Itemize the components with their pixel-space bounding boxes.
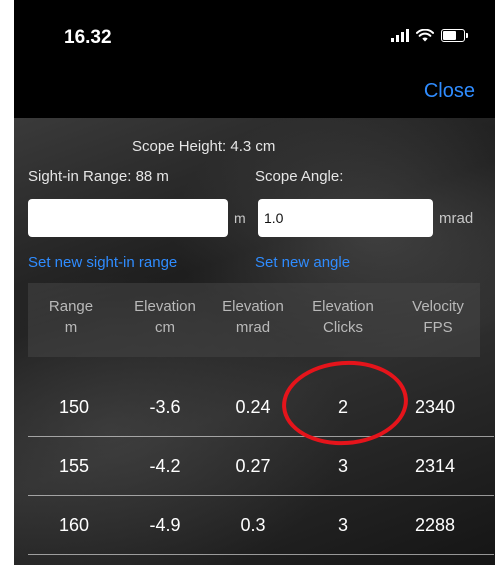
cell-elevation-mrad: 0.27 [235,456,271,476]
cell-elevation-mrad: 0.3 [240,515,266,535]
header-elevation-mrad: Elevation mrad [222,298,284,336]
scope-height-label: Scope Height: 4.3 cm [132,138,276,155]
cell-range: 150 [58,397,90,417]
cell-elevation-clicks: 3 [337,515,348,535]
table-row: 155 -4.2 0.27 3 2314 [28,437,494,496]
status-time: 16.32 [64,27,112,48]
cell-range: 160 [58,515,90,535]
sight-in-range-input[interactable] [28,199,228,237]
app-screen: 16.32 Close Scope Height: 4.3 cm Sight-i… [14,0,495,565]
scope-angle-label: Scope Angle: [255,168,344,185]
cell-velocity: 2314 [414,456,456,476]
status-bar: 16.32 [14,0,495,70]
table-header: Range m Elevation cm Elevation mrad Elevati… [28,283,480,357]
cell-elevation-cm: -4.9 [149,515,181,535]
table-row: 160 -4.9 0.3 3 2288 [28,496,494,555]
cell-range: 155 [58,456,90,476]
status-icons [391,29,468,42]
scope-angle-input[interactable] [258,199,433,237]
cell-elevation-cm: -3.6 [149,397,181,417]
header-elevation-cm: Elevation cm [134,298,196,336]
cell-velocity: 2288 [414,515,456,535]
battery-icon [441,29,468,42]
sight-in-range-label: Sight-in Range: 88 m [28,168,169,185]
signal-icon [391,29,409,42]
header-velocity: Velocity FPS [412,298,464,336]
range-unit-label: m [234,210,246,226]
wifi-icon [416,29,434,42]
close-button[interactable]: Close [424,80,475,103]
cell-elevation-clicks: 3 [337,456,348,476]
set-sight-in-range-link[interactable]: Set new sight-in range [28,254,177,271]
cell-elevation-mrad: 0.24 [235,397,271,417]
angle-unit-label: mrad [439,210,474,227]
set-angle-link[interactable]: Set new angle [255,254,350,271]
header-range: Range m [48,298,94,336]
table-row: 150 -3.6 0.24 2 2340 [28,378,494,437]
cell-elevation-cm: -4.2 [149,456,181,476]
header-elevation-clicks: Elevation Clicks [312,298,374,336]
